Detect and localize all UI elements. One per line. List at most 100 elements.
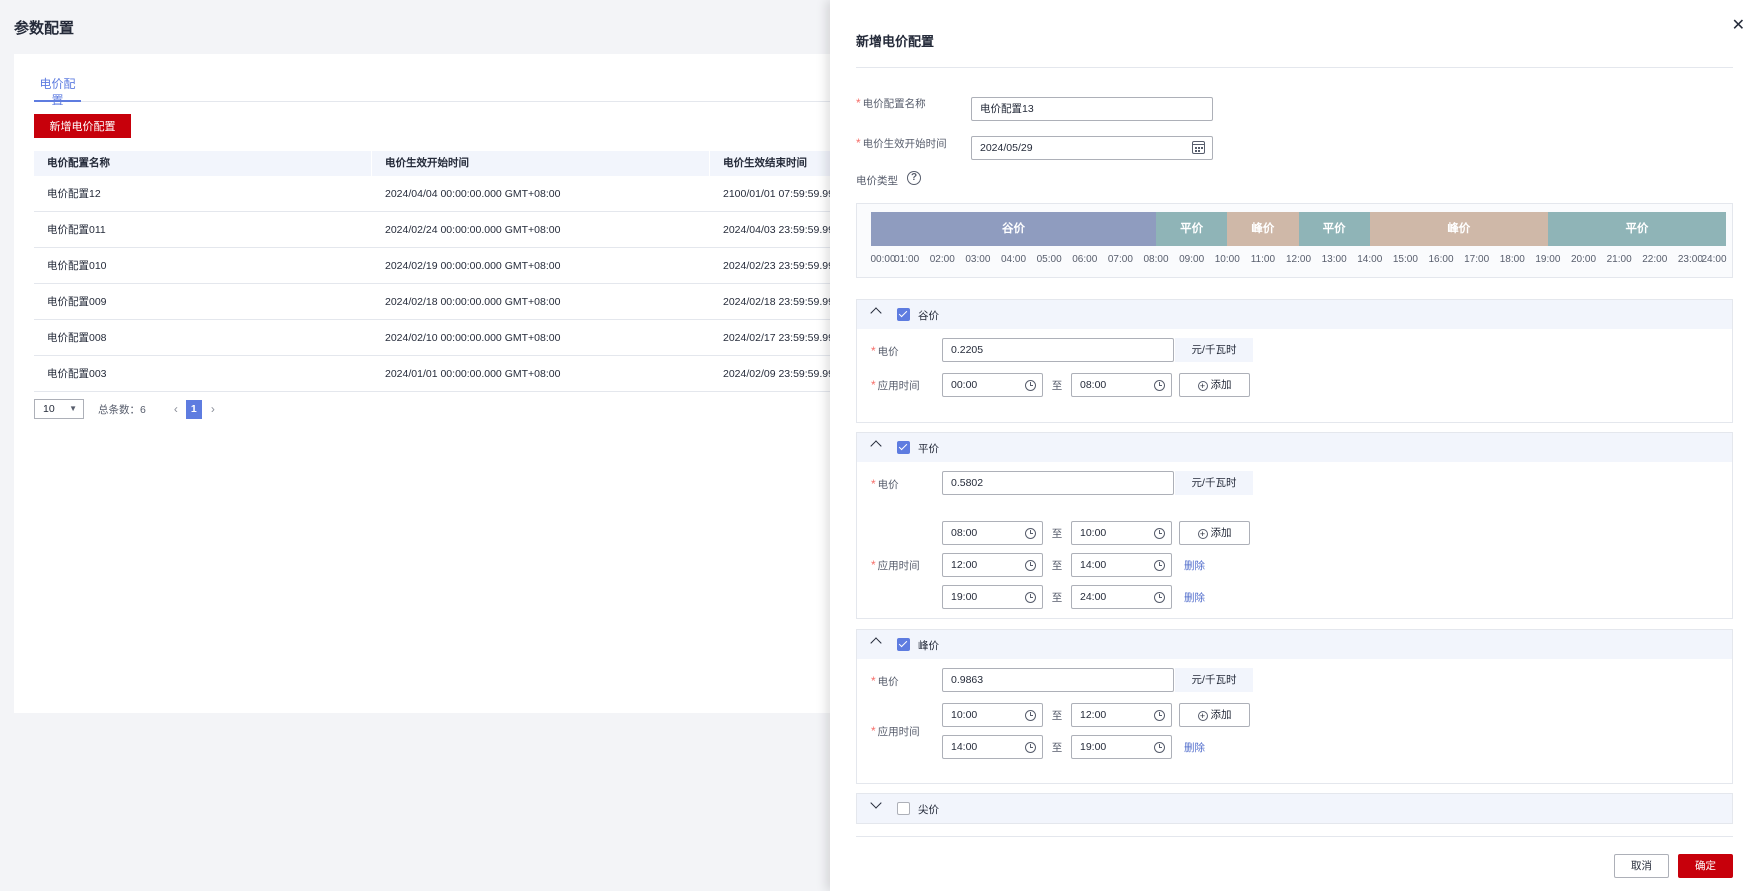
price-input[interactable]: 0.9863	[942, 668, 1174, 692]
clock-icon[interactable]	[1154, 380, 1165, 391]
end-time-input[interactable]: 24:00	[1071, 585, 1172, 609]
add-time-label: 添加	[1210, 379, 1232, 391]
footer-divider	[856, 836, 1733, 837]
price-label-text: 电价	[877, 346, 899, 358]
add-time-range-button[interactable]: + 添加	[1179, 373, 1250, 397]
price-section: 尖价	[856, 793, 1733, 824]
help-icon[interactable]: ?	[907, 171, 921, 185]
timeline-tick-label: 10:00	[1214, 254, 1240, 265]
add-time-range-button[interactable]: + 添加	[1179, 521, 1250, 545]
add-time-range-button[interactable]: + 添加	[1179, 703, 1250, 727]
price-label: * 电价	[871, 344, 899, 358]
time-label: * 应用时间	[871, 558, 920, 572]
section-header[interactable]: 峰价	[857, 630, 1732, 659]
clock-icon[interactable]	[1025, 742, 1036, 753]
clock-icon[interactable]	[1025, 710, 1036, 721]
plus-circle-icon: +	[1197, 711, 1208, 721]
price-label: * 电价	[871, 477, 899, 491]
end-time-input[interactable]: 10:00	[1071, 521, 1172, 545]
timeline-tick-label: 21:00	[1606, 254, 1632, 265]
section-checkbox[interactable]	[897, 441, 910, 454]
chevron-right-icon[interactable]: ›	[211, 402, 215, 416]
section-header[interactable]: 谷价	[857, 300, 1732, 329]
clock-icon[interactable]	[1154, 742, 1165, 753]
timeline-tick-label: 01:00	[894, 254, 920, 265]
cancel-button[interactable]: 取消	[1614, 854, 1669, 878]
section-header[interactable]: 尖价	[857, 794, 1732, 823]
range-separator: 至	[1051, 380, 1063, 392]
price-input[interactable]: 0.2205	[942, 338, 1174, 362]
clock-icon[interactable]	[1154, 560, 1165, 571]
page-size-select[interactable]: 10 ▼	[34, 399, 84, 419]
total-count: 总条数：6	[98, 403, 146, 416]
price-type-label: 电价类型	[856, 175, 898, 187]
chevron-left-icon[interactable]: ‹	[174, 402, 178, 416]
start-time-input[interactable]: 19:00	[942, 585, 1043, 609]
divider	[856, 67, 1733, 68]
timeline-tick-label: 03:00	[965, 254, 991, 265]
chevron-up-icon[interactable]	[870, 637, 882, 649]
end-time-input[interactable]: 08:00	[1071, 373, 1172, 397]
close-icon[interactable]: ✕	[1732, 15, 1745, 35]
page-size-value: 10	[43, 403, 55, 415]
chevron-up-icon[interactable]	[870, 307, 882, 319]
add-price-config-button[interactable]: 新增电价配置	[34, 114, 131, 138]
end-time-value: 24:00	[1080, 591, 1107, 603]
timeline-tick-label: 23:00	[1677, 254, 1703, 265]
plus-circle-icon: +	[1197, 381, 1208, 391]
table-cell: 电价配置12	[47, 188, 101, 200]
confirm-button[interactable]: 确定	[1678, 854, 1733, 878]
timeline-tick-label: 15:00	[1392, 254, 1418, 265]
start-time-input[interactable]: 00:00	[942, 373, 1043, 397]
config-name-input[interactable]: 电价配置13	[971, 97, 1213, 121]
start-time-label: * 电价生效开始时间	[856, 136, 947, 150]
start-date-input[interactable]: 2024/05/29	[971, 136, 1213, 160]
price-unit: 元/千瓦时	[1175, 668, 1253, 692]
delete-time-range-link[interactable]: 删除	[1184, 740, 1205, 755]
start-time-input[interactable]: 08:00	[942, 521, 1043, 545]
table-cell: 电价配置011	[47, 224, 106, 236]
section-checkbox[interactable]	[897, 638, 910, 651]
start-time-input[interactable]: 10:00	[942, 703, 1043, 727]
start-time-input[interactable]: 12:00	[942, 553, 1043, 577]
clock-icon[interactable]	[1025, 592, 1036, 603]
clock-icon[interactable]	[1154, 710, 1165, 721]
tab-price-config[interactable]: 电价配置	[34, 76, 81, 107]
add-config-drawer: 新增电价配置 ✕ * 电价配置名称 电价配置13 * 电价生效开始时间 2024/0…	[830, 0, 1755, 891]
column-header-start[interactable]: 电价生效开始时间	[372, 151, 710, 176]
timeline-tick-label: 18:00	[1499, 254, 1525, 265]
clock-icon[interactable]	[1154, 528, 1165, 539]
start-time-value: 14:00	[951, 741, 978, 753]
end-time-input[interactable]: 12:00	[1071, 703, 1172, 727]
section-header[interactable]: 平价	[857, 433, 1732, 462]
section-checkbox[interactable]	[897, 802, 910, 815]
table-cell: 电价配置008	[47, 332, 107, 344]
page-number-current[interactable]: 1	[185, 399, 202, 419]
calendar-icon[interactable]	[1192, 141, 1205, 154]
price-timeline: 谷价 平价 峰价 平价 峰价 平价 00:00 01:00 02:00 03:00 04:00 05…	[856, 203, 1733, 278]
timeline-segment: 峰价	[1369, 212, 1548, 246]
section-title: 平价	[918, 443, 939, 455]
table-cell: 2024/02/24 00:00:00.000 GMT+08:00	[385, 224, 561, 236]
clock-icon[interactable]	[1025, 380, 1036, 391]
price-input[interactable]: 0.5802	[942, 471, 1174, 495]
end-time-input[interactable]: 14:00	[1071, 553, 1172, 577]
drawer-title: 新增电价配置	[856, 34, 935, 49]
timeline-tick-label: 07:00	[1107, 254, 1133, 265]
delete-time-range-link[interactable]: 删除	[1184, 558, 1205, 573]
end-time-input[interactable]: 19:00	[1071, 735, 1172, 759]
column-header-name[interactable]: 电价配置名称	[34, 151, 372, 176]
section-checkbox[interactable]	[897, 308, 910, 321]
timeline-segment: 峰价	[1227, 212, 1299, 246]
chevron-down-icon[interactable]	[870, 797, 882, 809]
price-label: * 电价	[871, 674, 899, 688]
chevron-up-icon[interactable]	[870, 440, 882, 452]
start-time-input[interactable]: 14:00	[942, 735, 1043, 759]
delete-time-range-link[interactable]: 删除	[1184, 590, 1205, 605]
range-separator: 至	[1051, 710, 1063, 722]
clock-icon[interactable]	[1154, 592, 1165, 603]
clock-icon[interactable]	[1025, 528, 1036, 539]
range-separator: 至	[1051, 528, 1063, 540]
time-label-text: 应用时间	[877, 560, 920, 572]
clock-icon[interactable]	[1025, 560, 1036, 571]
